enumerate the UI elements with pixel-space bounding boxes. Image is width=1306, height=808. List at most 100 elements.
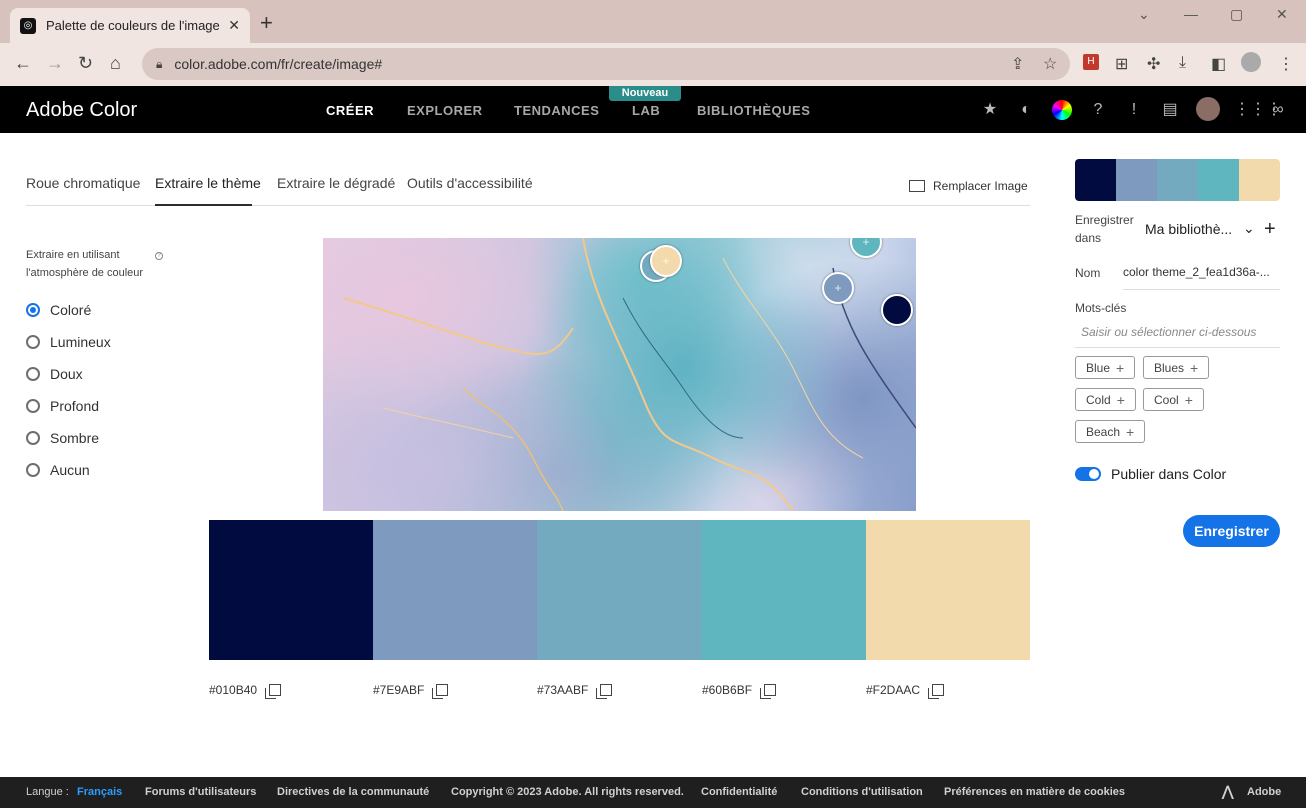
- language-link[interactable]: Français: [77, 786, 122, 798]
- radio-icon: [26, 463, 40, 477]
- tab-search-icon[interactable]: ⌄: [1138, 6, 1150, 23]
- menu-explore[interactable]: EXPLORER: [407, 103, 483, 118]
- reload-icon[interactable]: ↻: [78, 53, 93, 73]
- footer-link-privacy[interactable]: Confidentialité: [701, 786, 777, 798]
- profile-avatar-icon[interactable]: [1241, 52, 1261, 72]
- minimize-icon[interactable]: —: [1184, 6, 1198, 22]
- mood-option-muted[interactable]: Doux: [26, 366, 83, 382]
- save-button[interactable]: Enregistrer: [1183, 515, 1280, 547]
- side-panel-icon[interactable]: ◧: [1211, 54, 1226, 74]
- color-picker-5[interactable]: +: [650, 245, 682, 277]
- mini-swatch-3: [1157, 159, 1198, 201]
- tab-extract-theme[interactable]: Extraire le thème: [155, 175, 261, 191]
- mood-option-label: Aucun: [50, 462, 90, 478]
- mood-option-dark[interactable]: Sombre: [26, 430, 99, 446]
- mood-option-deep[interactable]: Profond: [26, 398, 99, 414]
- footer-link-terms[interactable]: Conditions d'utilisation: [801, 786, 923, 798]
- tag-blue[interactable]: Blue +: [1075, 356, 1136, 379]
- close-window-icon[interactable]: ✕: [1276, 6, 1288, 23]
- mini-swatch-2: [1116, 159, 1157, 201]
- tag-cool[interactable]: Cool +: [1143, 388, 1204, 411]
- help-icon[interactable]: ?: [1088, 100, 1108, 120]
- color-picker-1[interactable]: [881, 294, 913, 326]
- replace-image-button[interactable]: Remplacer Image: [909, 179, 1028, 193]
- color-wheel-icon[interactable]: [1052, 100, 1072, 120]
- radio-icon: [26, 335, 40, 349]
- adobe-logo-icon[interactable]: ⋀: [1222, 783, 1233, 800]
- address-bar[interactable]: 🔒︎ color.adobe.com/fr/create/image#: [142, 48, 1070, 80]
- tag-label: Cool: [1154, 392, 1179, 407]
- dark-mode-icon[interactable]: ◐: [1016, 100, 1036, 120]
- adobe-label: Adobe: [1247, 786, 1282, 798]
- mood-option-none[interactable]: Aucun: [26, 462, 90, 478]
- tab-extract-gradient[interactable]: Extraire le dégradé: [277, 175, 395, 191]
- browser-titlebar: ◎ Palette de couleurs de l'image | A ✕ +…: [0, 0, 1306, 43]
- lock-icon: 🔒︎: [156, 56, 163, 71]
- apps-grid-icon[interactable]: ⋮⋮⋮: [1234, 100, 1282, 120]
- hex-value-2: #7E9ABF: [373, 683, 449, 699]
- menu-create[interactable]: CRÉER: [326, 103, 374, 118]
- tab-color-wheel[interactable]: Roue chromatique: [26, 175, 140, 191]
- tag-cold[interactable]: Cold +: [1075, 388, 1136, 411]
- new-tab-icon[interactable]: +: [260, 12, 273, 34]
- brand-logo[interactable]: Adobe Color: [26, 99, 137, 122]
- back-icon[interactable]: ←: [14, 53, 32, 73]
- bookmark-star-icon[interactable]: ☆: [1043, 54, 1057, 74]
- copy-icon[interactable]: [432, 684, 449, 699]
- tab-accessibility-tools[interactable]: Outils d'accessibilité: [407, 175, 533, 191]
- forward-icon[interactable]: →: [46, 53, 64, 73]
- share-icon[interactable]: ⇪: [1011, 54, 1024, 74]
- extension-2-icon[interactable]: ⊞: [1115, 54, 1128, 74]
- close-tab-icon[interactable]: ✕: [228, 17, 240, 34]
- footer-link-forums[interactable]: Forums d'utilisateurs: [145, 786, 256, 798]
- browser-tab[interactable]: ◎ Palette de couleurs de l'image | A ✕: [10, 8, 250, 43]
- creative-cloud-icon[interactable]: ∞: [1268, 100, 1288, 120]
- tag-label: Blues: [1154, 360, 1185, 375]
- name-underline: [1123, 289, 1280, 290]
- color-picker-2[interactable]: +: [822, 272, 854, 304]
- info-icon[interactable]: ?: [155, 252, 163, 260]
- hex-label: #60B6BF: [702, 683, 753, 697]
- mood-option-label: Coloré: [50, 302, 92, 318]
- copy-icon[interactable]: [265, 684, 282, 699]
- download-icon[interactable]: ⤓: [1179, 54, 1186, 72]
- home-icon[interactable]: ⌂: [110, 53, 121, 73]
- user-avatar[interactable]: [1196, 97, 1220, 121]
- theme-name-input[interactable]: color theme_2_fea1d36a-...: [1123, 265, 1270, 279]
- extensions-puzzle-icon[interactable]: ✣: [1147, 54, 1160, 74]
- swatch-2[interactable]: [373, 520, 537, 660]
- name-label: Nom: [1075, 266, 1101, 280]
- source-image[interactable]: + + + +: [323, 238, 916, 511]
- swatch-1[interactable]: [209, 520, 373, 660]
- mood-option-colorful[interactable]: Coloré: [26, 302, 91, 318]
- add-library-icon[interactable]: +: [1264, 218, 1276, 241]
- copy-icon[interactable]: [596, 684, 613, 699]
- copy-icon[interactable]: [760, 684, 777, 699]
- menu-trends[interactable]: TENDANCES: [514, 103, 599, 118]
- favorites-star-icon[interactable]: ★: [980, 100, 1000, 120]
- tag-blues[interactable]: Blues +: [1143, 356, 1210, 379]
- hex-value-1: #010B40: [209, 683, 282, 699]
- swatch-5[interactable]: [866, 520, 1030, 660]
- chat-icon[interactable]: ▤: [1160, 100, 1180, 120]
- extension-icon[interactable]: H: [1083, 54, 1099, 70]
- keywords-input[interactable]: Saisir ou sélectionner ci-dessous: [1081, 325, 1256, 339]
- swatch-4[interactable]: [702, 520, 866, 660]
- chevron-down-icon[interactable]: ⌄: [1243, 220, 1255, 237]
- tag-label: Cold: [1086, 392, 1111, 407]
- maximize-icon[interactable]: ▢: [1230, 6, 1243, 23]
- plus-icon: +: [1126, 423, 1135, 440]
- feedback-icon[interactable]: !: [1124, 100, 1144, 120]
- mood-option-bright[interactable]: Lumineux: [26, 334, 111, 350]
- footer-link-cookies[interactable]: Préférences en matière de cookies: [944, 786, 1125, 798]
- swatch-3[interactable]: [537, 520, 702, 660]
- app-header: Adobe Color CRÉER EXPLORER TENDANCES Nou…: [0, 86, 1306, 133]
- menu-lab[interactable]: LAB: [632, 103, 660, 118]
- menu-libraries[interactable]: BIBLIOTHÈQUES: [697, 103, 810, 118]
- tag-beach[interactable]: Beach +: [1075, 420, 1146, 443]
- copy-icon[interactable]: [928, 684, 945, 699]
- browser-menu-icon[interactable]: ⋮: [1278, 54, 1294, 74]
- library-select[interactable]: Ma bibliothè...: [1145, 221, 1232, 237]
- publish-toggle[interactable]: [1075, 467, 1101, 481]
- footer-link-guidelines[interactable]: Directives de la communauté: [277, 786, 429, 798]
